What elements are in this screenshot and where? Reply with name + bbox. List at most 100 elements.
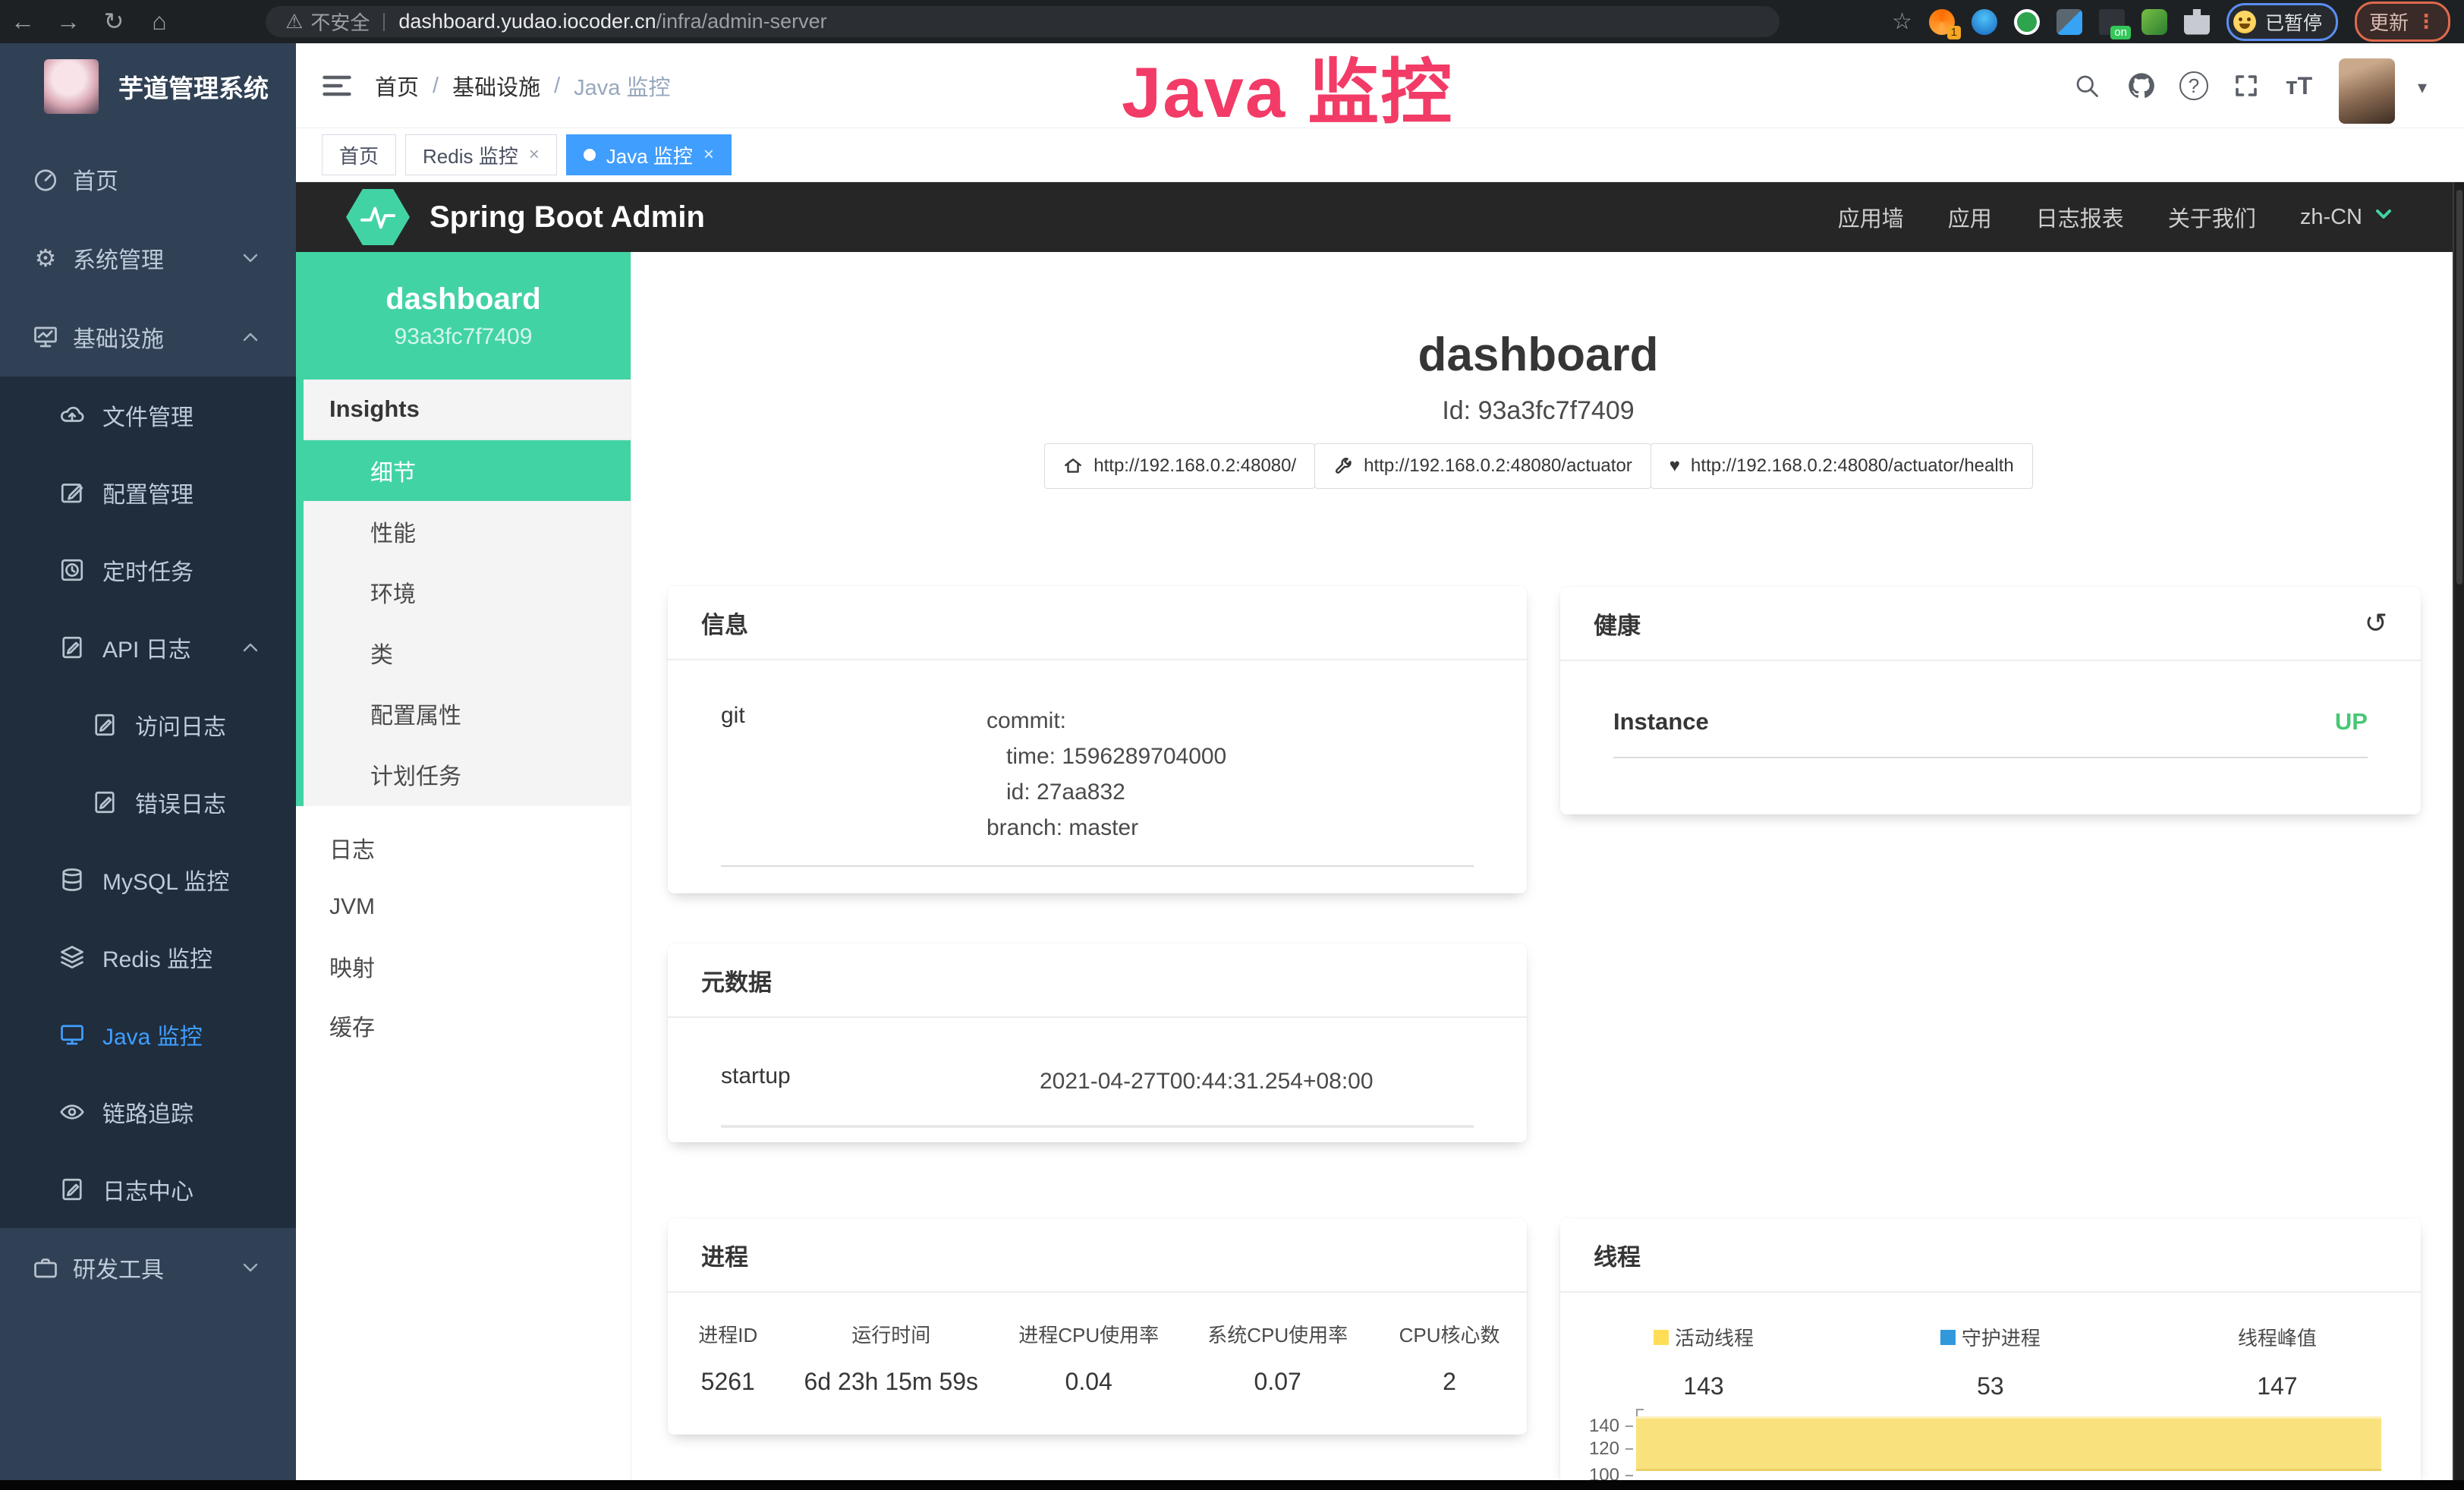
bookmark-star-icon[interactable]: ☆ (1892, 8, 1912, 35)
database-icon (57, 866, 87, 893)
active-dot (584, 149, 596, 161)
sba-brand[interactable]: Spring Boot Admin (430, 200, 705, 235)
app-logo-row[interactable]: 芋道管理系统 (0, 43, 296, 129)
breadcrumb-infra[interactable]: 基础设施 (452, 70, 540, 102)
font-size-icon[interactable]: ᴛT (2286, 43, 2312, 128)
sidebar-item-api-log[interactable]: API 日志 (0, 609, 296, 686)
close-icon[interactable]: × (703, 144, 714, 165)
sba-nav-language[interactable]: zh-CN (2300, 202, 2396, 232)
menu-item-mappings[interactable]: 映射 (296, 937, 631, 996)
insights-group: Insights 细节 性能 环境 类 配置属性 计划任务 (296, 380, 631, 806)
sidebar-item-log-center[interactable]: 日志中心 (0, 1151, 296, 1228)
sidebar-item-config[interactable]: 配置管理 (0, 454, 296, 531)
sidebar-collapse-icon[interactable] (320, 69, 354, 102)
sba-nav-wallboard[interactable]: 应用墙 (1838, 201, 1904, 233)
browser-back-icon[interactable]: ← (0, 0, 46, 43)
close-icon[interactable]: × (529, 144, 540, 165)
spring-boot-admin-frame: Spring Boot Admin 应用墙 应用 日志报表 关于我们 zh-CN… (296, 182, 2464, 1480)
eye-icon (57, 1098, 87, 1126)
github-icon[interactable] (2126, 43, 2157, 128)
chevron-down-icon (238, 1255, 263, 1280)
scrollbar-thumb[interactable] (2456, 190, 2462, 584)
search-icon[interactable] (2073, 43, 2101, 128)
sidebar-item-java-monitor[interactable]: Java 监控 (0, 996, 296, 1073)
extension-icon-leaf[interactable] (2141, 9, 2167, 35)
chevron-up-icon (238, 325, 263, 349)
menu-item-caches[interactable]: 缓存 (296, 996, 631, 1055)
sidebar-item-files[interactable]: 文件管理 (0, 376, 296, 454)
help-icon[interactable]: ? (2179, 43, 2208, 128)
menu-item-metrics[interactable]: 性能 (304, 501, 631, 562)
user-caret-down-icon[interactable]: ▾ (2418, 77, 2427, 99)
browser-forward-icon[interactable]: → (46, 0, 91, 43)
extension-icon-pin[interactable] (1972, 9, 1997, 35)
sidebar-item-error-log[interactable]: 错误日志 (0, 764, 296, 841)
sba-nav-about[interactable]: 关于我们 (2168, 201, 2256, 233)
tab-java-monitor[interactable]: Java 监控× (566, 134, 732, 175)
menu-item-classes[interactable]: 类 (304, 622, 631, 683)
process-val-proc-cpu: 0.04 (994, 1368, 1183, 1396)
url-host[interactable]: dashboard.yudao.iocoder.cn (398, 10, 656, 33)
log-edit-icon (90, 711, 120, 739)
fullscreen-icon[interactable] (2233, 43, 2260, 128)
browser-profile-chip[interactable]: 已暂停 (2226, 3, 2338, 41)
breadcrumb-home[interactable]: 首页 (375, 70, 419, 102)
address-bar[interactable]: ⚠ 不安全 dashboard.yudao.iocoder.cn /infra/… (266, 6, 1780, 37)
process-val-cores: 2 (1372, 1368, 1527, 1396)
extension-icon-switch[interactable]: on (2099, 9, 2125, 35)
process-panel-title: 进程 (701, 1238, 1493, 1272)
history-icon[interactable]: ↺ (2365, 607, 2387, 639)
sba-logo[interactable] (346, 189, 410, 245)
instance-header: dashboard 93a3fc7f7409 (296, 252, 631, 380)
sidebar-item-mysql[interactable]: MySQL 监控 (0, 841, 296, 918)
sba-nav-journal[interactable]: 日志报表 (2036, 201, 2124, 233)
browser-reload-icon[interactable]: ↻ (91, 0, 137, 43)
chart-yellow-area (1636, 1416, 2381, 1471)
security-label[interactable]: 不安全 (310, 8, 370, 36)
legend-daemon-threads: 守护进程 (1847, 1323, 2134, 1351)
browser-home-icon[interactable]: ⌂ (137, 0, 182, 43)
sidebar-item-infra[interactable]: 基础设施 (0, 298, 296, 376)
tab-redis-monitor[interactable]: Redis 监控× (405, 134, 557, 175)
process-col-sys-cpu: 系统CPU使用率 (1183, 1320, 1372, 1348)
page-scrollbar[interactable] (2453, 182, 2464, 1480)
browser-menu-kebab-icon[interactable]: ⋮ (2416, 10, 2436, 33)
service-url-chip[interactable]: http://192.168.0.2:48080/ (1044, 443, 1315, 489)
sidebar-item-tracing[interactable]: 链路追踪 (0, 1073, 296, 1151)
briefcase-icon (30, 1254, 61, 1281)
health-panel-title: 健康 (1594, 606, 2365, 641)
process-col-cores: CPU核心数 (1372, 1320, 1527, 1348)
tab-home[interactable]: 首页 (322, 134, 396, 175)
extension-icon-green-circle[interactable] (2014, 9, 2040, 35)
actuator-url-chip[interactable]: http://192.168.0.2:48080/actuator (1314, 443, 1651, 489)
menu-item-logs[interactable]: 日志 (296, 818, 631, 877)
sidebar-item-dev-tools[interactable]: 研发工具 (0, 1228, 296, 1307)
menu-item-jvm[interactable]: JVM (296, 877, 631, 937)
menu-item-scheduled-tasks[interactable]: 计划任务 (304, 744, 631, 805)
sidebar-item-jobs[interactable]: 定时任务 (0, 531, 296, 609)
extension-icon-grid[interactable] (2056, 9, 2082, 35)
sba-nav-applications[interactable]: 应用 (1948, 201, 1992, 233)
breadcrumb: 首页 / 基础设施 / Java 监控 (375, 43, 670, 128)
health-url-chip[interactable]: ♥ http://192.168.0.2:48080/actuator/heal… (1651, 443, 2033, 489)
extensions-puzzle-icon[interactable] (2184, 9, 2210, 35)
sidebar-item-system[interactable]: ⚙ 系统管理 (0, 219, 296, 298)
gauge-icon (30, 165, 61, 193)
extension-icon-orange[interactable]: 1 (1929, 9, 1955, 35)
git-commit-line: commit: (987, 703, 1474, 739)
browser-update-button[interactable]: 更新 ⋮ (2355, 2, 2450, 42)
heartbeat-icon: ♥ (1669, 455, 1680, 477)
sidebar-item-home[interactable]: 首页 (0, 140, 296, 219)
sidebar-item-redis[interactable]: Redis 监控 (0, 918, 296, 996)
url-path[interactable]: /infra/admin-server (656, 10, 827, 33)
menu-item-details[interactable]: 细节 (296, 440, 631, 501)
sidebar-item-access-log[interactable]: 访问日志 (0, 686, 296, 764)
health-instance-row[interactable]: Instance UP (1613, 708, 2368, 758)
metadata-row-label: startup (721, 1063, 1040, 1089)
menu-item-config-props[interactable]: 配置属性 (304, 683, 631, 744)
user-avatar[interactable] (2339, 58, 2395, 124)
extension-badge: 1 (1947, 26, 1961, 39)
status-badge: UP (2335, 708, 2368, 736)
menu-item-environment[interactable]: 环境 (304, 562, 631, 622)
ytick-120: 120 (1560, 1438, 1619, 1460)
